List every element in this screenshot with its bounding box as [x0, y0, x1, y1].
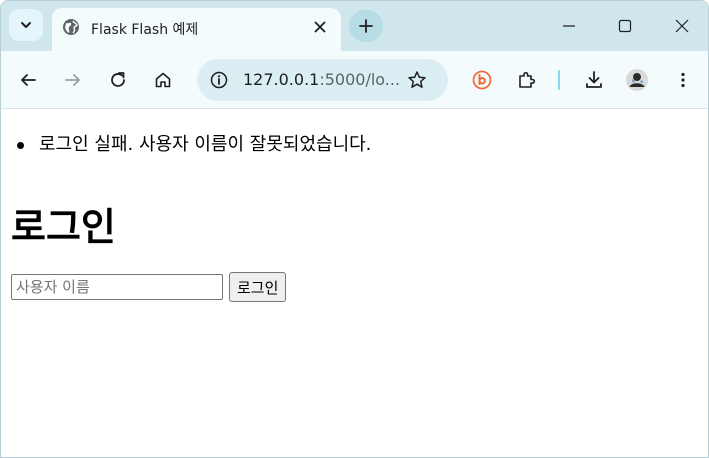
info-icon [210, 71, 228, 89]
downloads-button[interactable] [578, 64, 610, 96]
tab-active[interactable]: Flask Flash 예제 [52, 8, 341, 51]
toolbar-divider [558, 70, 560, 90]
maximize-button[interactable] [610, 11, 640, 41]
close-icon [675, 19, 689, 33]
browser-toolbar: 127.0.0.1:5000/lo... [1, 51, 708, 109]
browser-window: Flask Flash 예제 127.0.0.1:5000/lo... 로그인 … [0, 0, 709, 458]
back-arrow-icon [21, 74, 36, 86]
new-tab-button[interactable] [349, 10, 383, 42]
more-vertical-icon [681, 72, 685, 88]
tab-strip: Flask Flash 예제 [1, 1, 708, 51]
browser-menu-button[interactable] [667, 64, 699, 96]
plus-icon [359, 19, 373, 33]
extension-b-button[interactable] [466, 64, 498, 96]
bitwarden-icon [472, 70, 492, 90]
bullet-icon [17, 142, 24, 149]
tab-title: Flask Flash 예제 [91, 22, 199, 38]
home-icon [155, 72, 171, 88]
minimize-button[interactable] [554, 11, 584, 41]
profile-button[interactable] [621, 64, 653, 96]
forward-button[interactable] [57, 64, 89, 96]
login-button[interactable]: 로그인 [229, 272, 287, 302]
flash-message-list: 로그인 실패. 사용자 이름이 잘못되었습니다. [17, 134, 372, 156]
maximize-icon [618, 19, 632, 33]
reload-button[interactable] [102, 64, 134, 96]
flash-message-text: 로그인 실패. 사용자 이름이 잘못되었습니다. [39, 134, 372, 155]
globe-icon [63, 19, 79, 35]
username-input[interactable] [11, 274, 223, 300]
login-form: 로그인 [11, 272, 287, 302]
bookmark-button[interactable] [405, 68, 429, 92]
url-path: :5000/lo... [319, 70, 401, 89]
page-title: 로그인 [11, 205, 116, 249]
forward-arrow-icon [65, 74, 80, 86]
minimize-icon [563, 25, 575, 27]
url-host: 127.0.0.1 [243, 70, 320, 89]
address-bar[interactable]: 127.0.0.1:5000/lo... [197, 59, 448, 101]
site-info-button[interactable] [207, 68, 231, 92]
reload-icon [111, 72, 125, 87]
puzzle-icon [519, 71, 536, 88]
back-button[interactable] [12, 64, 44, 96]
tab-close-button[interactable] [310, 17, 330, 37]
download-icon [586, 71, 602, 88]
star-icon [408, 71, 426, 88]
extensions-button[interactable] [511, 64, 543, 96]
tab-search-button[interactable] [9, 9, 43, 41]
close-icon [314, 21, 326, 33]
url-text[interactable]: 127.0.0.1:5000/lo... [243, 70, 400, 89]
page-content: 로그인 실패. 사용자 이름이 잘못되었습니다. 로그인 로그인 [1, 110, 708, 457]
flash-message: 로그인 실패. 사용자 이름이 잘못되었습니다. [17, 134, 372, 156]
avatar-icon [626, 69, 648, 91]
chevron-down-icon [21, 22, 31, 28]
home-button[interactable] [147, 64, 179, 96]
close-window-button[interactable] [667, 11, 697, 41]
